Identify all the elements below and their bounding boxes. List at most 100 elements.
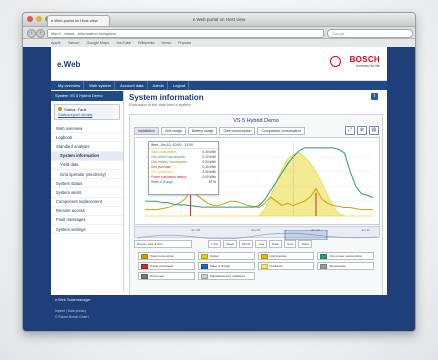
period-button[interactable]: Year — [255, 239, 268, 248]
sidebar-item[interactable]: Component replacement — [51, 198, 123, 207]
bookmark-link[interactable]: News — [161, 39, 171, 47]
chart-tab[interactable]: Comparison consumption — [257, 127, 306, 135]
sidebar-item[interactable]: System information — [51, 151, 123, 161]
sidebar-item[interactable]: Logbook — [51, 133, 123, 143]
energy-chart[interactable]: Wed, Jun 10, 10:00 - 11:00 Total consump… — [134, 137, 380, 225]
nav-item[interactable]: Logout — [170, 81, 190, 90]
forward-arrow-icon[interactable]: › — [36, 29, 45, 38]
back-arrow-icon[interactable]: ‹ — [27, 29, 36, 38]
footer: e.Web Solarmanager Imprint | Data privac… — [51, 295, 387, 331]
tooltip-row-value: 0.00 kWh — [202, 159, 216, 164]
page-subtitle: Evaluation of the data from a system — [129, 103, 191, 107]
legend-item[interactable]: Grid power — [138, 272, 195, 280]
chart-tab[interactable]: Grid usage — [160, 127, 186, 135]
sidebar-item[interactable]: System status — [51, 179, 123, 189]
legend-swatch — [320, 263, 328, 269]
timeline-navigator[interactable]: Jun 08 Jun 09 Jun 10 Jun 11 — [134, 226, 380, 241]
brand-logo[interactable]: e.Web — [57, 60, 80, 69]
sidebar-item[interactable]: Remote access — [51, 207, 123, 216]
period-button[interactable]: Back — [269, 239, 283, 248]
period-button[interactable]: Month — [238, 239, 254, 248]
chart-tab[interactable]: Installation — [134, 127, 159, 135]
sidebar-item[interactable]: Yield data — [51, 161, 123, 170]
legend-item[interactable]: Standardized by irradiance — [197, 272, 255, 280]
legend-label: Grid power — [150, 274, 165, 278]
period-button[interactable]: Today — [298, 239, 313, 248]
zoom-icon[interactable]: ⊕ — [357, 126, 367, 135]
period-button[interactable]: Next — [284, 239, 297, 248]
bookmark-link[interactable]: Google Maps — [86, 39, 109, 47]
app-header: e.Web BOSCH Invented for life — [51, 47, 387, 81]
legend-swatch — [200, 263, 208, 269]
timeline-label: Jun 09 — [251, 228, 261, 232]
tooltip-row-label: State of charge — [151, 179, 173, 184]
legend-label: Irradiance — [269, 264, 283, 268]
screenshot-background: e.Web portal on Host view e.Web portal o… — [0, 0, 438, 360]
legend-label: Power purchased — [150, 264, 174, 268]
legend-item[interactable]: Total consumption — [138, 252, 195, 260]
tooltip-row: State of charge 57 % — [149, 179, 218, 184]
bookmark-link[interactable]: Apple — [51, 39, 61, 47]
info-icon[interactable]: i — [371, 93, 378, 100]
chart-tab[interactable]: Battery usage — [187, 127, 218, 135]
tooltip-row-value: 2.30 kWh — [202, 169, 216, 174]
legend-swatch — [141, 263, 148, 269]
legend-item[interactable]: Grid injection — [257, 252, 315, 260]
status-report-link[interactable]: Statusreport details — [58, 112, 116, 117]
sidebar-item[interactable]: System settings — [51, 225, 123, 235]
tooltip-row-label: Own generation — [151, 169, 174, 174]
sidebar-item[interactable]: Fault messages — [51, 216, 123, 226]
date-picker[interactable]: Display date & time — [134, 239, 192, 248]
tooltip-row-label: Own battery consumption — [151, 159, 188, 164]
bosch-logo-icon — [330, 56, 341, 67]
chart-legend: Total consumption Output Grid injection Own… — [138, 252, 374, 280]
period-button[interactable]: 1 day — [208, 239, 222, 248]
legend-item[interactable]: Irradiance — [257, 262, 315, 270]
sidebar-item[interactable]: Grid operator (electricity) — [51, 170, 123, 180]
tooltip-row-value: 0.20 kWh — [202, 154, 216, 159]
footer-links[interactable]: Imprint | Data privacy — [55, 309, 86, 313]
period-controls: Display date & time 1 day Week Month Year Bac… — [134, 239, 378, 248]
tooltip-row: Own direct consumption 0.20 kWh — [149, 154, 218, 159]
sidebar-system-header[interactable]: System VS 5 Hybrid Demo — [51, 91, 123, 101]
tooltip-row-label: Grid purchase — [151, 164, 172, 169]
bookmark-link[interactable]: YouTube — [116, 39, 131, 47]
nav-item[interactable]: Account data — [117, 81, 148, 90]
sidebar-item[interactable]: Standard analysis — [51, 142, 123, 152]
nav-item[interactable]: Admin — [150, 81, 168, 90]
bookmark-link[interactable]: Wikipedia — [138, 39, 154, 47]
expand-icon[interactable]: ⤢ — [345, 126, 355, 135]
tooltip-row-value: 0.30 kWh — [202, 149, 216, 154]
browser-toolbar: ‹ › http://...about...Information-Integr… — [23, 27, 415, 39]
chart-tools: ⤢ ⊕ ▤ — [345, 126, 379, 135]
tooltip-row-label: Power purchased battery — [151, 174, 187, 179]
legend-swatch — [141, 273, 148, 279]
sidebar-item[interactable]: System alerts — [51, 188, 123, 198]
nav-item[interactable]: Web system — [86, 81, 116, 90]
bookmark-link[interactable]: Popular — [178, 39, 191, 47]
eweb-app: e.Web BOSCH Invented for life My overvie… — [51, 47, 387, 331]
legend-item[interactable]: Own power consumption — [317, 252, 374, 260]
tooltip-row: Power purchased battery 0.00 kWh — [149, 174, 218, 179]
browser-search-field[interactable]: Google — [327, 29, 413, 38]
web-page: e.Web BOSCH Invented for life My overvie… — [23, 47, 415, 331]
chart-panel: VS 5 Hybrid Demo Installation Grid usage B… — [129, 114, 383, 297]
company-branding: BOSCH Invented for life — [350, 55, 380, 68]
legend-item[interactable]: Power purchased — [138, 262, 195, 270]
bookmark-link[interactable]: Yahoo! — [68, 39, 80, 47]
legend-label: Grid injection — [269, 254, 288, 258]
sidebar-item[interactable]: Web overview — [51, 124, 123, 134]
legend-label: State of charge — [209, 264, 231, 268]
print-icon[interactable]: ▤ — [369, 126, 379, 135]
nav-item[interactable]: My overview — [55, 81, 85, 90]
address-bar[interactable]: http://...about...Information-Integrator — [47, 29, 324, 38]
page-title: System information — [129, 93, 204, 102]
chart-tab[interactable]: Own consumption — [219, 127, 256, 135]
sidebar-menu: Web overview Logbook Standard analysis Syst… — [51, 124, 123, 235]
browser-titlebar: e.Web portal on Host view e.Web portal o… — [23, 13, 415, 27]
legend-item[interactable]: State of charge — [197, 262, 255, 270]
system-status-box: Status: Fault Statusreport details — [54, 104, 120, 120]
legend-item[interactable]: Temperature — [317, 262, 374, 270]
legend-item[interactable]: Output — [197, 252, 255, 260]
period-button[interactable]: Week — [223, 239, 237, 248]
